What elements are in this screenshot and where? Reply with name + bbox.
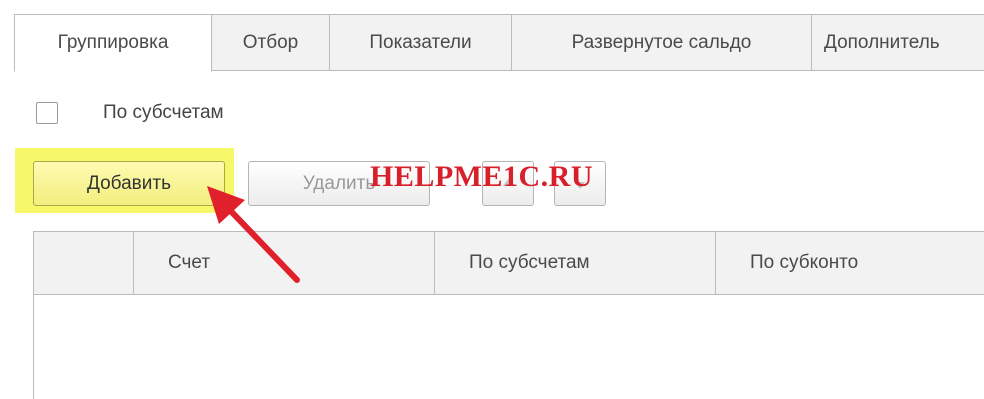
add-button[interactable]: Добавить: [33, 161, 225, 206]
watermark: HELPME1C.RU: [370, 160, 593, 193]
column-header-marker[interactable]: [34, 232, 134, 294]
tab-label: Группировка: [57, 32, 169, 53]
table-header: Счет По субсчетам По субконто: [34, 232, 984, 295]
tab-filter[interactable]: Отбор: [212, 14, 330, 71]
column-header-by-subaccounts[interactable]: По субсчетам: [435, 232, 716, 294]
tab-label: Показатели: [369, 31, 472, 53]
tab-label: Отбор: [242, 31, 299, 53]
tab-grouping[interactable]: Группировка: [14, 14, 212, 72]
subaccounts-checkbox-row: По субсчетам: [36, 100, 224, 126]
add-button-label: Добавить: [87, 172, 171, 194]
tab-bar: Группировка Отбор Показатели Развернутое…: [14, 14, 984, 72]
tab-label: Развернутое сальдо: [571, 31, 752, 53]
subaccounts-checkbox-label: По субсчетам: [103, 102, 224, 123]
column-header-account[interactable]: Счет: [134, 232, 435, 294]
column-header-by-subconto[interactable]: По субконто: [716, 232, 984, 294]
delete-button-label: Удалить: [302, 172, 376, 194]
grouping-table[interactable]: Счет По субсчетам По субконто: [33, 231, 984, 399]
subaccounts-checkbox[interactable]: [36, 102, 58, 124]
tab-additional[interactable]: Дополнитель: [812, 14, 984, 71]
tab-label: Дополнитель: [824, 31, 940, 53]
tab-detailed-balance[interactable]: Развернутое сальдо: [512, 14, 812, 71]
tab-indicators[interactable]: Показатели: [330, 14, 512, 71]
